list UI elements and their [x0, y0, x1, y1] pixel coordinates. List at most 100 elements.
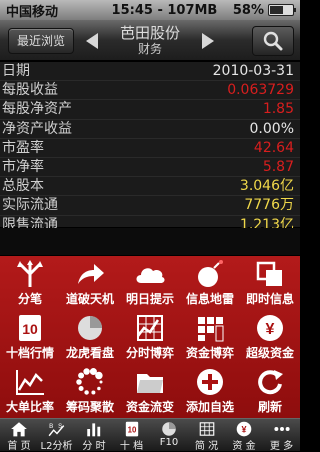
- function-label: 资金流变: [125, 400, 174, 414]
- copy-icon: [254, 260, 286, 288]
- function-button[interactable]: 信息地雷: [180, 256, 240, 310]
- function-grid: 分笔 道破天机 明日提示 信息地雷 即时信息 10 十档行情 龙虎看盘 分时博弈 …: [0, 256, 300, 418]
- svg-text:B: B: [49, 423, 53, 430]
- row-label: 市盈率: [2, 139, 44, 156]
- page-subtitle: 财务: [137, 42, 162, 56]
- function-button[interactable]: 分时博弈: [120, 310, 180, 364]
- function-label: 信息地雷: [185, 292, 234, 306]
- svg-text:¥: ¥: [241, 424, 246, 434]
- function-label: 即时信息: [245, 292, 294, 306]
- function-label: 道破天机: [65, 292, 114, 306]
- yen-icon: ¥: [254, 314, 286, 342]
- search-button[interactable]: [252, 26, 294, 56]
- svg-text:10: 10: [22, 321, 38, 337]
- tab-item[interactable]: 首 页: [0, 419, 39, 452]
- function-label: 刷新: [257, 400, 282, 414]
- header-bar: 最近浏览 芭田股份 财务: [0, 20, 300, 61]
- data-row: 市盈率 42.64: [0, 139, 300, 158]
- grid-chart-icon: [134, 314, 166, 342]
- next-stock-arrow-icon[interactable]: [202, 33, 214, 49]
- row-value: 7776万: [244, 197, 294, 214]
- function-label: 添加自选: [185, 400, 234, 414]
- more-icon: [273, 421, 291, 437]
- ten-icon: 10: [123, 421, 141, 437]
- dots-ring-icon: [74, 368, 106, 396]
- function-label: 资金博弈: [185, 346, 234, 360]
- previous-stock-arrow-icon[interactable]: [86, 33, 98, 49]
- data-row: 市净率 5.87: [0, 158, 300, 178]
- data-row: 净资产收益 0.00%: [0, 120, 300, 139]
- function-label: 龙虎看盘: [65, 346, 114, 360]
- grid-icon: [198, 421, 216, 437]
- function-button[interactable]: 大单比率: [0, 364, 60, 418]
- row-label: 日期: [2, 63, 30, 79]
- tab-item[interactable]: F10: [149, 419, 189, 451]
- battery-icon: [268, 4, 296, 16]
- row-label: 实际流通: [2, 197, 58, 214]
- function-button[interactable]: 资金博弈: [180, 310, 240, 364]
- carrier-name: 中国移动: [6, 4, 59, 20]
- row-value: 5.87: [262, 158, 294, 175]
- row-value: 0.063729: [227, 82, 294, 99]
- time-memory: 15:45 - 107MB: [111, 2, 218, 18]
- row-value: 0.00%: [249, 120, 294, 137]
- function-label: 明日提示: [125, 292, 174, 306]
- data-row: 每股净资产 1.85: [0, 100, 300, 120]
- battery-percent: 58%: [232, 2, 264, 18]
- row-label: 每股收益: [2, 82, 58, 99]
- pie-icon: [160, 421, 178, 437]
- ten-icon: 10: [14, 314, 46, 342]
- status-bar: 中国移动 15:45 - 107MB 58%: [0, 0, 300, 20]
- tab-label: F10: [159, 437, 179, 448]
- function-button[interactable]: 明日提示: [120, 256, 180, 310]
- svg-text:¥: ¥: [266, 321, 275, 338]
- recent-browse-button[interactable]: 最近浏览: [8, 28, 74, 54]
- home-icon: [10, 421, 28, 437]
- function-button[interactable]: 筹码聚散: [60, 364, 120, 418]
- function-button[interactable]: 刷新: [240, 364, 300, 418]
- cloud-icon: [134, 260, 166, 288]
- stacked-bars-icon: [194, 314, 226, 342]
- function-button[interactable]: 添加自选: [180, 364, 240, 418]
- row-label: 每股净资产: [2, 101, 72, 118]
- function-button[interactable]: 资金流变: [120, 364, 180, 418]
- folder-icon: [134, 368, 166, 396]
- tab-item[interactable]: ¥ 资 金: [224, 419, 264, 452]
- row-value: 3.046亿: [239, 178, 294, 195]
- bomb-icon: [194, 260, 226, 288]
- row-label: 总股本: [2, 178, 44, 195]
- row-label: 净资产收益: [2, 120, 72, 137]
- function-label: 分时博弈: [125, 346, 174, 360]
- function-button[interactable]: 分笔: [0, 256, 60, 310]
- tab-item[interactable]: 更 多: [262, 419, 302, 452]
- pie-icon: [74, 314, 106, 342]
- function-button[interactable]: 道破天机: [60, 256, 120, 310]
- bars-icon: [85, 421, 103, 437]
- function-label: 筹码聚散: [65, 400, 114, 414]
- battery: 58%: [232, 2, 296, 18]
- function-button[interactable]: 10 十档行情: [0, 310, 60, 364]
- data-row: 日期 2010-03-31: [0, 62, 300, 82]
- tab-item[interactable]: 简 况: [187, 419, 227, 452]
- row-value: 2010-03-31: [212, 63, 294, 79]
- tab-item[interactable]: BS L2分析: [37, 419, 77, 452]
- share-arrow-icon: [74, 260, 106, 288]
- split-arrows-icon: [14, 260, 46, 288]
- plus-icon: [194, 368, 226, 396]
- financial-data-list: 日期 2010-03-31 每股收益 0.063729 每股净资产 1.85 净资产收…: [0, 62, 300, 235]
- function-button[interactable]: 龙虎看盘: [60, 310, 120, 364]
- tab-item[interactable]: 10 十 档: [112, 419, 152, 452]
- data-row: 实际流通 7776万: [0, 196, 300, 216]
- svg-text:10: 10: [127, 425, 136, 434]
- function-label: 超级资金: [245, 346, 294, 360]
- row-value: 1.85: [262, 101, 294, 118]
- section-separator: [0, 228, 300, 255]
- row-value: 42.64: [253, 139, 294, 156]
- function-button[interactable]: ¥ 超级资金: [240, 310, 300, 364]
- yen-icon: ¥: [235, 421, 253, 437]
- bottom-tab-bar: 首 页BS L2分析 分 时 10 十 档 F10 简 况 ¥ 资 金 更 多: [0, 418, 302, 452]
- tab-item[interactable]: 分 时: [74, 419, 114, 452]
- function-label: 分笔: [17, 292, 42, 306]
- function-label: 大单比率: [5, 400, 54, 414]
- function-button[interactable]: 即时信息: [240, 256, 300, 310]
